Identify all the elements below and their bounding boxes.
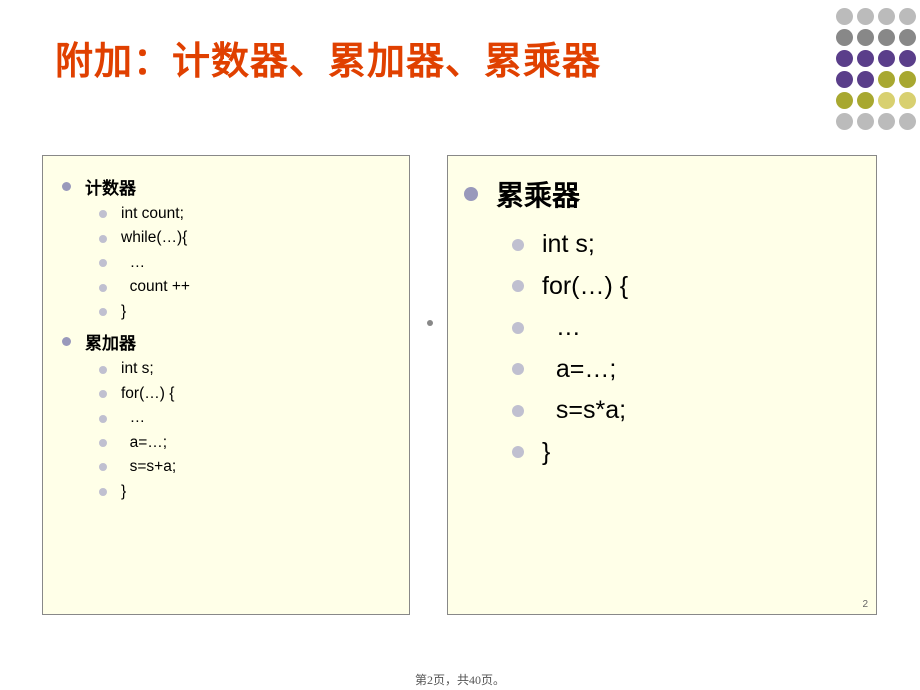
decorative-dots [830,8,920,158]
code-text: int count; [121,203,184,225]
sub-bullet-icon [512,322,524,334]
code-line: s=s*a; [512,392,862,430]
right-content-panel: 累乘器 int s; for(…) { … a=…; s=s*a; } 2 [447,155,877,615]
decorative-center-dot [427,320,433,326]
slide-number: 2 [862,599,868,610]
sub-bullet-icon [99,366,107,374]
code-text: … [121,407,145,429]
code-text: a=…; [542,351,616,389]
code-text: … [121,252,145,274]
code-text: for(…) { [121,383,174,405]
code-line: int count; [99,203,395,225]
code-text: for(…) { [542,268,628,306]
code-text: … [542,309,581,347]
code-line: … [512,309,862,347]
code-text: int s; [542,226,595,264]
section-title: 计数器 [85,174,136,199]
sub-bullet-icon [99,439,107,447]
code-line: s=s+a; [99,456,395,478]
code-line: count ++ [99,276,395,298]
code-line: … [99,407,395,429]
sub-bullet-icon [99,259,107,267]
bullet-icon [464,187,478,201]
sub-bullet-icon [99,463,107,471]
code-text: } [121,301,126,323]
page-footer: 第2页，共40页。 [0,671,920,688]
code-line: for(…) { [99,383,395,405]
bullet-icon [62,182,71,191]
code-line: a=…; [99,432,395,454]
sub-bullet-icon [512,280,524,292]
code-line: int s; [99,358,395,380]
code-line: } [512,434,862,472]
code-text: s=s+a; [121,456,176,478]
section-title: 累加器 [85,329,136,354]
code-line: } [99,481,395,503]
sub-bullet-icon [99,235,107,243]
section-heading-counter: 计数器 [57,174,395,199]
sub-bullet-icon [99,390,107,398]
sub-bullet-icon [512,405,524,417]
code-line: for(…) { [512,268,862,306]
code-line: int s; [512,226,862,264]
code-text: while(…){ [121,227,187,249]
bullet-icon [62,337,71,346]
sub-bullet-icon [512,239,524,251]
sub-bullet-icon [99,415,107,423]
sub-bullet-icon [99,284,107,292]
code-text: } [121,481,126,503]
section-heading-multiplier: 累乘器 [462,174,862,214]
slide-title: 附加：计数器、累加器、累乘器 [55,30,601,85]
section-title: 累乘器 [496,174,580,214]
code-text: a=…; [121,432,167,454]
code-line: while(…){ [99,227,395,249]
sub-bullet-icon [99,210,107,218]
code-text: s=s*a; [542,392,626,430]
code-line: } [99,301,395,323]
sub-bullet-icon [99,308,107,316]
code-text: count ++ [121,276,190,298]
left-content-panel: 计数器 int count; while(…){ … count ++ } 累加… [42,155,410,615]
section-heading-accumulator: 累加器 [57,329,395,354]
sub-bullet-icon [512,363,524,375]
code-text: int s; [121,358,154,380]
sub-bullet-icon [512,446,524,458]
code-text: } [542,434,550,472]
code-line: … [99,252,395,274]
code-line: a=…; [512,351,862,389]
sub-bullet-icon [99,488,107,496]
